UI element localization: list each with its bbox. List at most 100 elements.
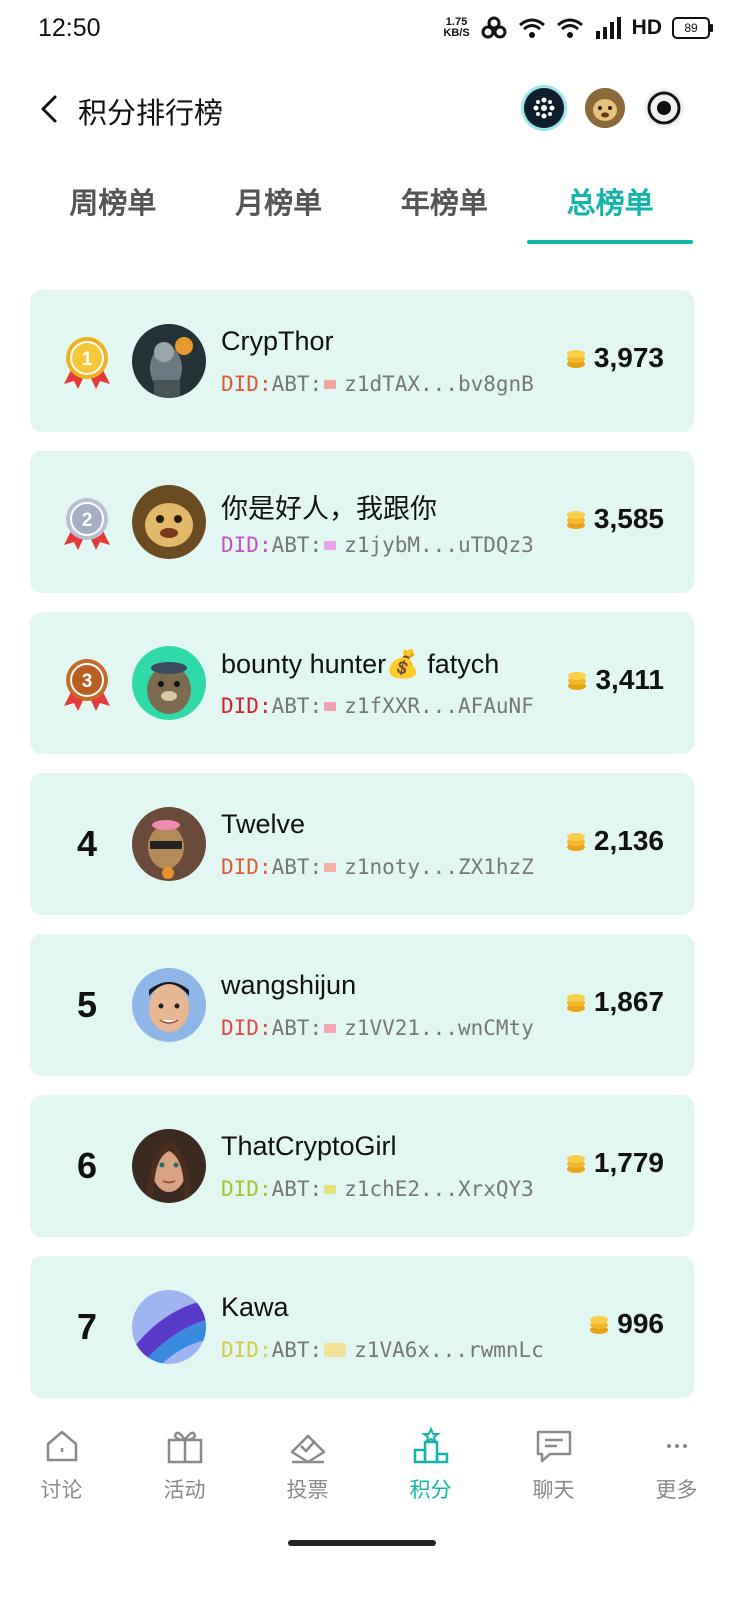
- ranking-row[interactable]: 7 Kawa DID: ABT: z1VA6x...rwmnLc 996: [30, 1256, 694, 1398]
- did-label: DID: [221, 855, 259, 879]
- dots-logo-icon: [533, 97, 555, 119]
- home-indicator[interactable]: [288, 1540, 436, 1546]
- bronze-medal-icon: 3: [64, 659, 110, 711]
- medal-rank-number: 2: [82, 510, 93, 531]
- network-speed-unit: KB/S: [443, 27, 470, 39]
- did-avatar-dot: [324, 379, 337, 389]
- nav-more[interactable]: 更多: [615, 1410, 738, 1530]
- did-address: DID: ABT: z1dTAX...bv8gnB: [221, 372, 534, 396]
- hd-indicator: HD: [631, 16, 662, 39]
- user-name: Twelve: [221, 809, 306, 839]
- user-name: CrypThor: [221, 326, 334, 356]
- did-abt: ABT:: [271, 1177, 323, 1201]
- did-abt: ABT:: [271, 1016, 323, 1040]
- silver-medal-icon: 2: [64, 498, 110, 550]
- did-avatar-dot: [324, 1184, 337, 1194]
- ranking-row[interactable]: 1 CrypThor DID: ABT: z1dTAX...bv8gnB 3,973: [30, 290, 694, 432]
- did-label: DID: [221, 372, 259, 396]
- avatar: [132, 646, 206, 720]
- nav-label: 活动: [163, 1479, 206, 1502]
- did-address: DID: ABT: z1jybM...uTDQz3: [221, 533, 534, 557]
- hotspot-icon: [481, 16, 507, 39]
- did-address: DID: ABT: z1noty...ZX1hzZ: [221, 855, 534, 879]
- miniapp-close-button[interactable]: [644, 88, 684, 128]
- tab-overall[interactable]: 总榜单: [527, 170, 693, 244]
- score-value: 2,136: [593, 825, 664, 856]
- ranking-row[interactable]: 6 ThatCryptoGirl DID: ABT: z1chE2...XrxQY3…: [30, 1095, 694, 1237]
- signal-icon: [595, 17, 621, 39]
- did-value: z1VA6x...rwmnLc: [354, 1338, 544, 1362]
- coin-icon: [568, 672, 587, 690]
- did-value: z1noty...ZX1hzZ: [344, 855, 534, 879]
- tab-weekly[interactable]: 周榜单: [30, 170, 196, 244]
- medal-rank-number: 3: [82, 671, 93, 692]
- target-icon: [647, 91, 681, 125]
- nav-label: 积分: [409, 1479, 452, 1502]
- score: 1,779: [564, 1147, 664, 1179]
- status-time: 12:50: [38, 14, 101, 42]
- did-avatar-dot: [324, 1343, 347, 1357]
- did-label: DID: [221, 533, 259, 557]
- user-avatar-button[interactable]: [585, 88, 625, 128]
- ranking-row[interactable]: 3 bounty hunter💰 fatych DID: ABT: z1fXXR..…: [30, 612, 694, 754]
- nav-activity[interactable]: 活动: [123, 1410, 246, 1530]
- wifi-icon-2: [556, 18, 583, 38]
- did-value: z1fXXR...AFAuNF: [344, 694, 534, 718]
- status-bar: 12:50 1.75 KB/S HD 89: [0, 0, 738, 60]
- did-address: DID: ABT: z1VV21...wnCMty: [221, 1016, 534, 1040]
- gold-medal-icon: 1: [64, 337, 110, 389]
- ranking-row[interactable]: 4 Twelve DID: ABT: z1noty...ZX1hzZ 2,136: [30, 773, 694, 915]
- app-header: 积分排行榜: [0, 80, 738, 140]
- did-abt: ABT:: [271, 694, 323, 718]
- avatar-bear-icon: [585, 88, 625, 128]
- avatar: [132, 1129, 206, 1203]
- did-address: DID: ABT: z1fXXR...AFAuNF: [221, 694, 534, 718]
- did-avatar-dot: [324, 1023, 337, 1033]
- did-colon: :: [258, 694, 272, 718]
- score-value: 1,867: [593, 986, 664, 1017]
- nav-points[interactable]: 积分: [369, 1410, 492, 1530]
- ranking-row[interactable]: 5 wangshijun DID: ABT: z1VV21...wnCMty 1,8…: [30, 934, 694, 1076]
- did-label: DID: [221, 1016, 259, 1040]
- avatar: [132, 1290, 206, 1364]
- network-speed: 1.75 KB/S: [443, 17, 469, 39]
- coin-icon: [590, 1316, 609, 1334]
- score-value: 1,779: [593, 1147, 664, 1178]
- did-colon: :: [258, 855, 272, 879]
- score: 3,973: [564, 342, 664, 374]
- did-abt: ABT:: [271, 855, 323, 879]
- did-abt: ABT:: [271, 1338, 323, 1362]
- medal-rank-number: 1: [82, 349, 93, 370]
- nav-discuss[interactable]: 讨论: [0, 1410, 123, 1530]
- app-logo-button[interactable]: [524, 88, 564, 128]
- nav-label: 讨论: [40, 1479, 83, 1502]
- did-avatar-dot: [324, 540, 337, 550]
- back-icon[interactable]: [36, 94, 66, 124]
- rank-number: 5: [76, 984, 98, 1025]
- did-value: z1chE2...XrxQY3: [344, 1177, 534, 1201]
- vote-icon: [290, 1434, 325, 1464]
- did-value: z1jybM...uTDQz3: [344, 533, 534, 557]
- chat-icon: [536, 1430, 571, 1463]
- tab-monthly[interactable]: 月榜单: [196, 170, 362, 244]
- podium-icon: [413, 1426, 448, 1464]
- wifi-icon: [518, 18, 545, 38]
- nav-chat[interactable]: 聊天: [492, 1410, 615, 1530]
- user-name: ThatCryptoGirl: [221, 1131, 397, 1161]
- bottom-nav: 讨论 活动 投票 积分 聊天 更多: [0, 1410, 738, 1530]
- nav-vote[interactable]: 投票: [246, 1410, 369, 1530]
- nav-label: 投票: [286, 1479, 329, 1502]
- score-value: 3,973: [593, 342, 664, 373]
- status-icons: 1.75 KB/S HD 89: [443, 16, 713, 40]
- ranking-list: 1 CrypThor DID: ABT: z1dTAX...bv8gnB 3,973…: [30, 290, 694, 1417]
- user-name: bounty hunter💰 fatych: [221, 649, 500, 679]
- did-label: DID: [221, 694, 259, 718]
- coin-icon: [566, 350, 585, 368]
- rank-number: 7: [76, 1306, 98, 1347]
- tab-yearly[interactable]: 年榜单: [362, 170, 528, 244]
- user-name: Kawa: [221, 1292, 289, 1322]
- battery-icon: 89: [672, 17, 713, 39]
- did-avatar-dot: [324, 862, 337, 872]
- ranking-row[interactable]: 2 你是好人，我跟你 DID: ABT: z1jybM...uTDQz3 3,585: [30, 451, 694, 593]
- avatar: [132, 968, 206, 1042]
